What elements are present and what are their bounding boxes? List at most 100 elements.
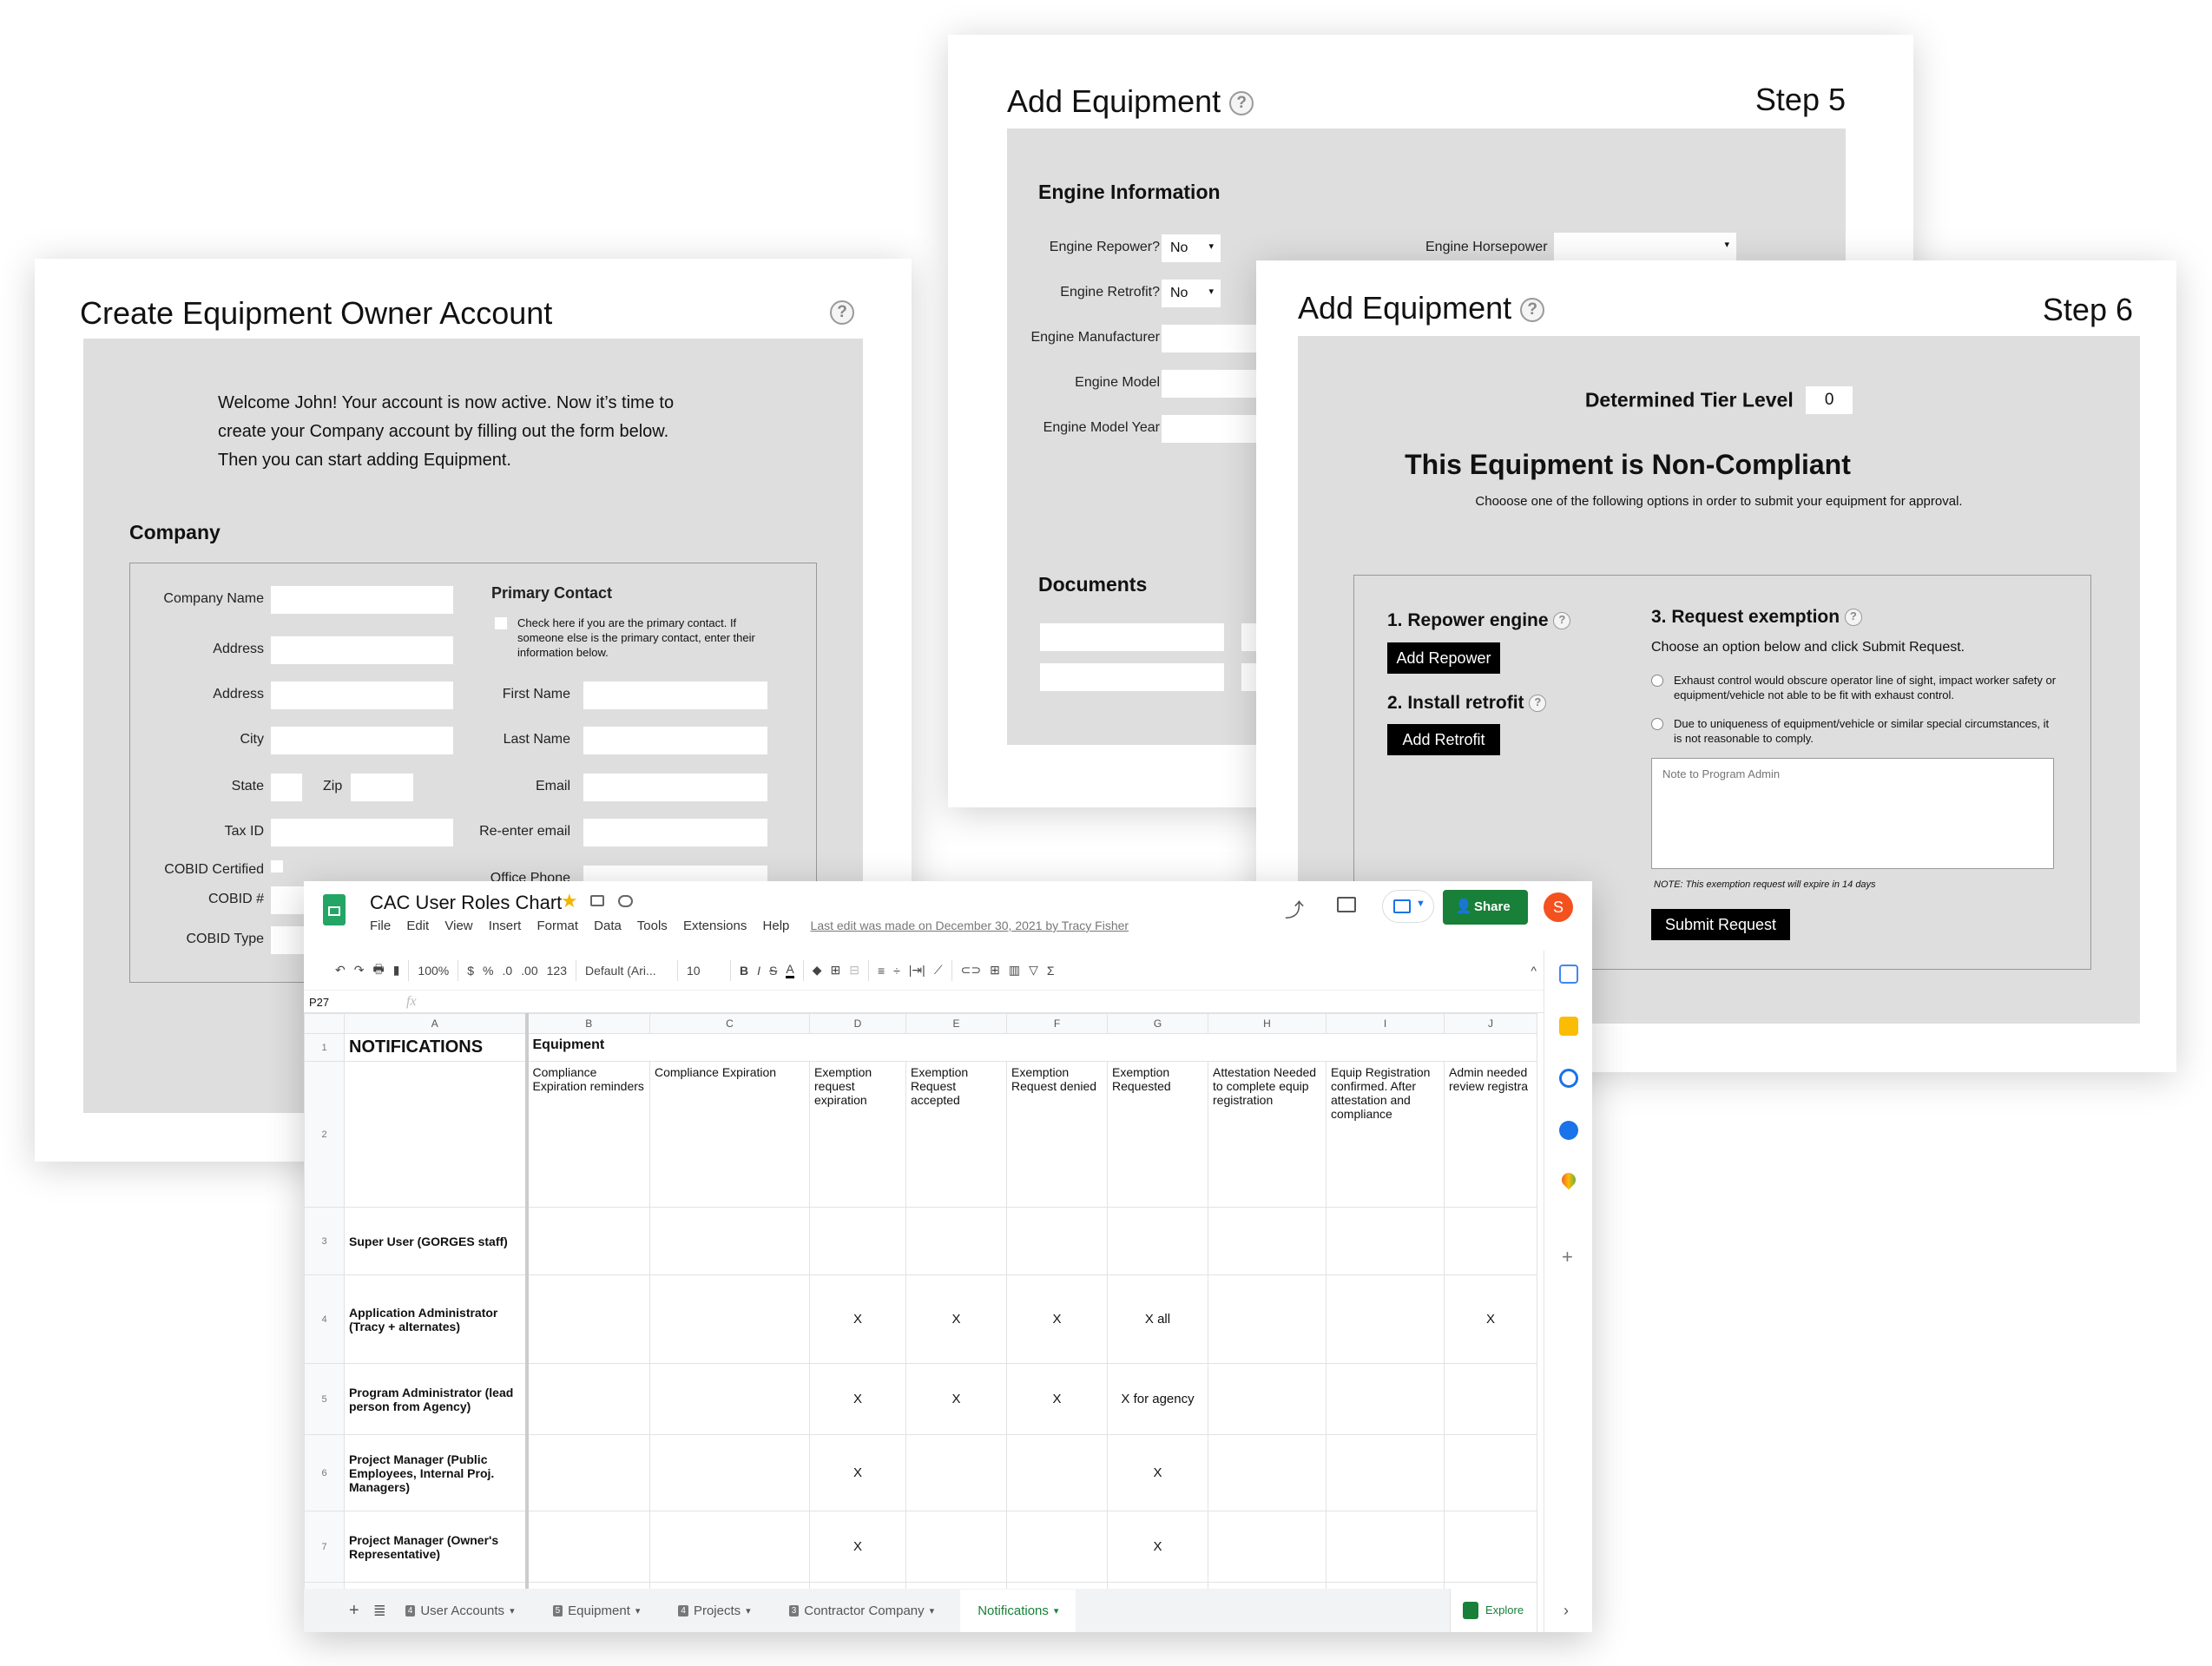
notification-cell[interactable]: [649, 1207, 810, 1275]
notification-cell[interactable]: [1444, 1511, 1537, 1583]
vertical-align-icon[interactable]: ÷: [893, 964, 900, 978]
notification-cell[interactable]: [1107, 1207, 1208, 1275]
tasks-icon[interactable]: [1559, 1069, 1578, 1088]
notification-cell[interactable]: X: [1006, 1363, 1108, 1435]
notification-cell[interactable]: X all: [1107, 1274, 1208, 1364]
notification-cell[interactable]: [649, 1274, 810, 1364]
expand-panel-icon[interactable]: ›: [1564, 1602, 1569, 1620]
column-header-g[interactable]: G: [1107, 1013, 1208, 1034]
help-icon[interactable]: ?: [1520, 298, 1545, 323]
menu-file[interactable]: File: [370, 919, 391, 933]
notification-cell[interactable]: [905, 1511, 1007, 1583]
bold-button[interactable]: B: [740, 964, 748, 978]
zoom-select[interactable]: 100%: [418, 964, 449, 978]
notification-cell[interactable]: [1208, 1511, 1327, 1583]
address-input[interactable]: [271, 636, 453, 664]
filter-icon[interactable]: ▽: [1029, 963, 1038, 978]
zip-input[interactable]: [351, 774, 413, 801]
repower-select[interactable]: No ▾: [1162, 234, 1221, 262]
name-box[interactable]: P27: [309, 996, 329, 1009]
document-input-3[interactable]: [1040, 663, 1224, 691]
menu-extensions[interactable]: Extensions: [683, 919, 747, 933]
notification-cell[interactable]: X: [809, 1511, 906, 1583]
column-header-f[interactable]: F: [1006, 1013, 1108, 1034]
notification-cell[interactable]: [526, 1363, 650, 1435]
radio-icon[interactable]: [1651, 718, 1663, 730]
notification-cell[interactable]: [1326, 1434, 1445, 1511]
submit-request-button[interactable]: Submit Request: [1651, 909, 1790, 940]
explore-button[interactable]: Explore: [1450, 1589, 1537, 1632]
font-size-select[interactable]: 10: [687, 964, 721, 978]
column-title-cell[interactable]: Attestation Needed to complete equip reg…: [1208, 1061, 1327, 1208]
notification-cell[interactable]: [526, 1434, 650, 1511]
document-input-1[interactable]: [1040, 623, 1224, 651]
notification-cell[interactable]: [526, 1274, 650, 1364]
menu-edit[interactable]: Edit: [406, 919, 429, 933]
spreadsheet-grid[interactable]: ABCDEFGHIJ 1 NOTIFICATIONS Equipment 2 C…: [304, 1013, 1537, 1632]
notification-cell[interactable]: [809, 1207, 906, 1275]
add-addon-icon[interactable]: +: [1562, 1246, 1573, 1268]
tab-contractor-company[interactable]: 3 Contractor Company ▾: [788, 1603, 934, 1618]
column-header-i[interactable]: I: [1326, 1013, 1445, 1034]
notification-cell[interactable]: X: [809, 1434, 906, 1511]
collapse-toolbar-icon[interactable]: ^: [1531, 964, 1537, 978]
last-edit-link[interactable]: Last edit was made on December 30, 2021 …: [811, 919, 1129, 932]
notification-cell[interactable]: X: [905, 1363, 1007, 1435]
row-number[interactable]: 3: [304, 1207, 345, 1275]
redo-icon[interactable]: ↷: [354, 963, 365, 978]
notification-cell[interactable]: [905, 1207, 1007, 1275]
borders-icon[interactable]: ⊞: [830, 963, 840, 978]
notification-cell[interactable]: [1208, 1207, 1327, 1275]
column-header-a[interactable]: A: [344, 1013, 529, 1034]
share-button[interactable]: 👤 Share: [1443, 890, 1528, 925]
merge-cells-icon[interactable]: ⊟: [849, 963, 859, 978]
font-select[interactable]: Default (Ari...: [585, 964, 668, 978]
menu-help[interactable]: Help: [763, 919, 790, 933]
notification-cell[interactable]: X: [1107, 1434, 1208, 1511]
row-number[interactable]: 4: [304, 1274, 345, 1364]
comments-icon[interactable]: [1337, 897, 1356, 912]
number-format-button[interactable]: 123: [547, 964, 567, 978]
role-cell[interactable]: Program Administrator (lead person from …: [344, 1363, 529, 1435]
column-header-c[interactable]: C: [649, 1013, 810, 1034]
cell-b1[interactable]: Equipment: [526, 1033, 1537, 1062]
last-name-input[interactable]: [583, 727, 767, 754]
notification-cell[interactable]: X: [1107, 1511, 1208, 1583]
notification-cell[interactable]: X: [1444, 1274, 1537, 1364]
role-cell[interactable]: Project Manager (Owner's Representative): [344, 1511, 529, 1583]
tax-id-input[interactable]: [271, 819, 453, 846]
percent-button[interactable]: %: [483, 964, 493, 978]
column-header-b[interactable]: B: [526, 1013, 650, 1034]
notification-cell[interactable]: [1326, 1363, 1445, 1435]
tab-notifications[interactable]: Notifications ▾: [960, 1589, 1076, 1632]
functions-icon[interactable]: Σ: [1047, 964, 1055, 978]
text-wrap-icon[interactable]: |⇥|: [909, 963, 925, 978]
notification-cell[interactable]: [526, 1207, 650, 1275]
text-color-button[interactable]: A: [786, 962, 794, 978]
star-icon[interactable]: ★: [561, 890, 578, 912]
role-cell[interactable]: Project Manager (Public Employees, Inter…: [344, 1434, 529, 1511]
notification-cell[interactable]: [1444, 1207, 1537, 1275]
help-icon[interactable]: ?: [1529, 695, 1547, 713]
notification-cell[interactable]: [905, 1434, 1007, 1511]
notification-cell[interactable]: [1444, 1434, 1537, 1511]
all-sheets-icon[interactable]: ≣: [373, 1602, 386, 1620]
notification-cell[interactable]: [1326, 1511, 1445, 1583]
note-to-admin-textarea[interactable]: [1651, 758, 2054, 869]
tab-projects[interactable]: 4 Projects ▾: [678, 1603, 751, 1618]
chart-icon[interactable]: ▥: [1009, 963, 1020, 978]
notification-cell[interactable]: X: [905, 1274, 1007, 1364]
primary-contact-checkbox[interactable]: [495, 617, 507, 629]
horsepower-select[interactable]: ▾: [1554, 233, 1736, 260]
notification-cell[interactable]: [1326, 1207, 1445, 1275]
column-header-h[interactable]: H: [1208, 1013, 1327, 1034]
column-title-cell[interactable]: Compliance Expiration: [649, 1061, 810, 1208]
column-title-cell[interactable]: Equip Registration confirmed. After atte…: [1326, 1061, 1445, 1208]
doc-title[interactable]: CAC User Roles Chart: [370, 892, 562, 914]
comment-icon[interactable]: ⊞: [990, 963, 1000, 978]
activity-icon[interactable]: ⤴: [1285, 895, 1304, 923]
calendar-icon[interactable]: [1559, 965, 1578, 984]
increase-decimal-button[interactable]: .00: [521, 964, 537, 978]
first-name-input[interactable]: [583, 682, 767, 709]
state-input[interactable]: [271, 774, 302, 801]
